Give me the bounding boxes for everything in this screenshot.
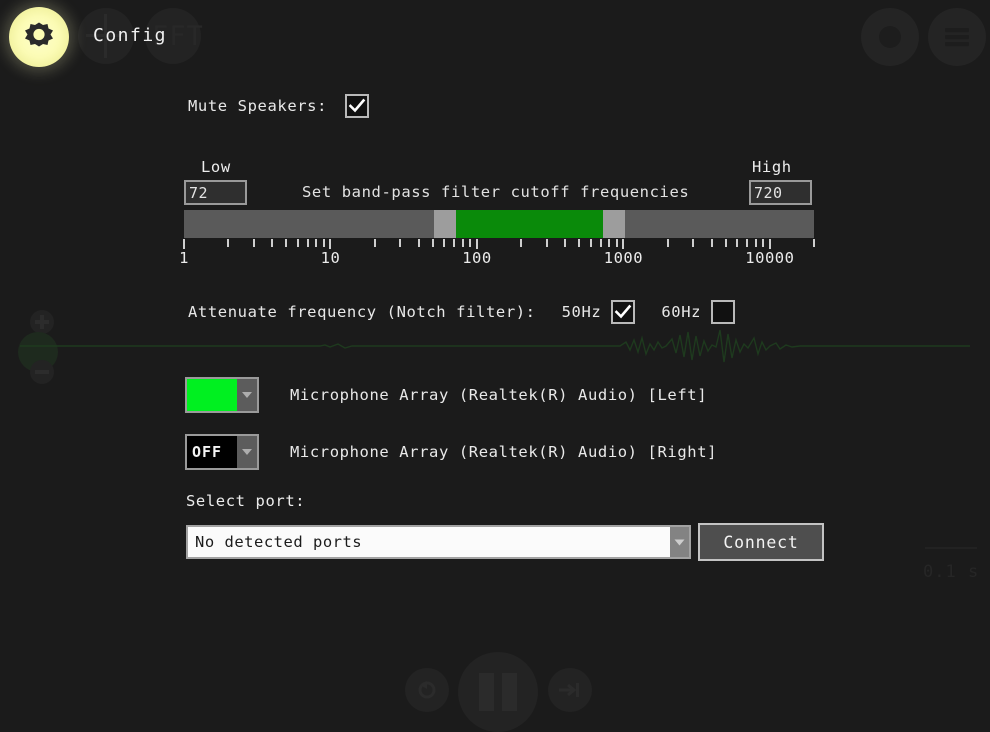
scale-tick (418, 239, 420, 247)
scale-tick (546, 239, 548, 247)
app-header: Config (0, 0, 990, 74)
microphone-left-value (187, 379, 237, 411)
mute-speakers-checkbox[interactable] (345, 94, 369, 118)
scale-tick (578, 239, 580, 247)
microphone-row-right: OFF Microphone Array (Realtek(R) Audio) … (185, 434, 717, 470)
scale-label: 1000 (604, 249, 643, 267)
scale-tick (711, 239, 713, 247)
scale-label: 1 (179, 249, 189, 267)
notch-60hz-label: 60Hz (661, 303, 701, 321)
scale-tick (736, 239, 738, 247)
scale-tick (374, 239, 376, 247)
scale-tick (692, 239, 694, 247)
bandpass-scale-labels: 110100100010000 (184, 249, 814, 271)
scale-tick (462, 239, 464, 247)
bandpass-range-slider[interactable] (184, 210, 814, 238)
chevron-down-icon (670, 527, 689, 557)
microphone-right-select[interactable]: OFF (185, 434, 259, 470)
scale-tick (453, 239, 455, 247)
scale-tick (253, 239, 255, 247)
bandpass-high-label: High (752, 158, 792, 176)
config-tab-button[interactable] (9, 7, 69, 67)
scale-tick (755, 239, 757, 247)
scale-tick (622, 239, 624, 249)
notch-50hz-checkbox[interactable] (611, 300, 635, 324)
bandpass-low-label: Low (201, 158, 231, 176)
port-controls-row: No detected ports Connect (186, 523, 824, 561)
bandpass-high-input[interactable] (749, 180, 812, 205)
connect-button[interactable]: Connect (698, 523, 824, 561)
bandpass-caption-row: Low High Set band-pass filter cutoff fre… (184, 158, 814, 210)
checkmark-icon (614, 303, 632, 321)
scale-tick (443, 239, 445, 247)
notch-50hz-label: 50Hz (562, 303, 602, 321)
bandpass-caption: Set band-pass filter cutoff frequencies (302, 183, 689, 201)
record-button[interactable] (861, 8, 919, 66)
scale-tick (762, 239, 764, 247)
scale-tick (600, 239, 602, 247)
scale-tick (616, 239, 618, 247)
scale-tick (608, 239, 610, 247)
bandpass-filter-block: Low High Set band-pass filter cutoff fre… (184, 158, 814, 271)
config-tab-label: Config (93, 25, 167, 46)
scale-tick (769, 239, 771, 249)
record-icon (879, 26, 901, 48)
hamburger-menu-icon (943, 26, 971, 48)
scale-label: 10 (321, 249, 341, 267)
scale-label: 10000 (745, 249, 794, 267)
chevron-down-icon (237, 379, 257, 411)
port-select[interactable]: No detected ports (186, 525, 691, 559)
scale-tick (813, 239, 815, 247)
microphone-right-name: Microphone Array (Realtek(R) Audio) [Rig… (290, 443, 717, 461)
bandpass-scale-ticks (184, 238, 814, 249)
scale-tick (469, 239, 471, 247)
bandpass-selected-range (456, 210, 602, 238)
notch-60hz-checkbox[interactable] (711, 300, 735, 324)
mute-speakers-label: Mute Speakers: (188, 97, 327, 115)
scale-tick (590, 239, 592, 247)
scale-tick (271, 239, 273, 247)
scale-tick (520, 239, 522, 247)
microphone-left-select[interactable] (185, 377, 259, 413)
port-section: Select port: No detected ports Connect (186, 492, 824, 561)
scale-tick (323, 239, 325, 247)
checkmark-icon (348, 97, 366, 115)
scale-tick (399, 239, 401, 247)
scale-tick (227, 239, 229, 247)
microphone-row-left: Microphone Array (Realtek(R) Audio) [Lef… (185, 377, 707, 413)
bandpass-low-handle[interactable] (434, 210, 456, 238)
config-panel: Mute Speakers: Low High Set band-pass fi… (0, 74, 990, 732)
scale-tick (307, 239, 309, 247)
bandpass-high-handle[interactable] (603, 210, 625, 238)
chevron-down-icon (237, 436, 257, 468)
notch-filter-row: Attenuate frequency (Notch filter): 50Hz… (188, 300, 735, 324)
notch-filter-label: Attenuate frequency (Notch filter): (188, 303, 536, 321)
scale-tick (329, 239, 331, 249)
scale-tick (297, 239, 299, 247)
menu-button[interactable] (928, 8, 986, 66)
select-port-label: Select port: (186, 492, 824, 510)
gear-icon (22, 20, 56, 54)
microphone-left-name: Microphone Array (Realtek(R) Audio) [Lef… (290, 386, 707, 404)
bandpass-low-input[interactable] (184, 180, 247, 205)
scale-label: 100 (462, 249, 492, 267)
mute-speakers-row: Mute Speakers: (188, 94, 369, 118)
notch-option-60hz: 60Hz (661, 300, 735, 324)
port-select-value: No detected ports (188, 527, 670, 557)
microphone-right-value: OFF (187, 436, 237, 468)
scale-tick (564, 239, 566, 247)
scale-tick (285, 239, 287, 247)
scale-tick (667, 239, 669, 247)
scale-tick (432, 239, 434, 247)
scale-tick (476, 239, 478, 249)
scale-tick (315, 239, 317, 247)
scale-tick (746, 239, 748, 247)
scale-tick (183, 239, 185, 249)
notch-option-50hz: 50Hz (562, 300, 636, 324)
scale-tick (725, 239, 727, 247)
